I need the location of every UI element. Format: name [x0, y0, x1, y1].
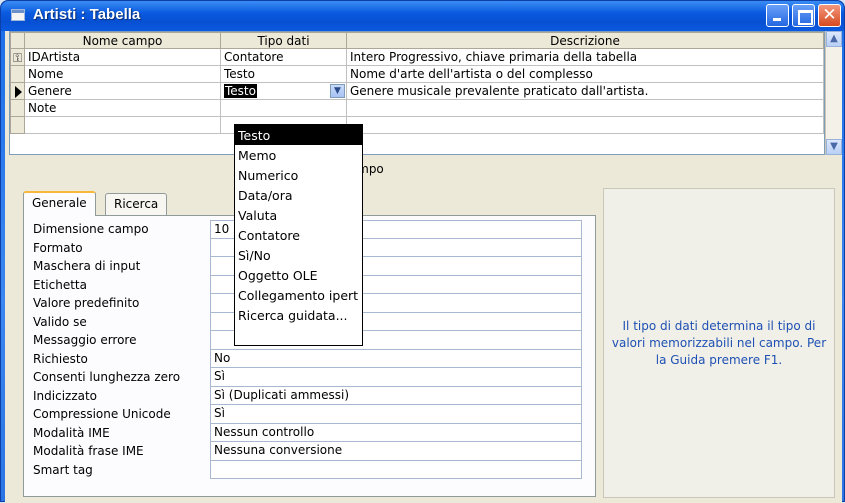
property-value-input[interactable]: No: [210, 349, 582, 368]
row-selector[interactable]: [10, 99, 25, 117]
table-row[interactable]: Genere Testo ▼ Genere musicale prevalent…: [10, 82, 824, 100]
property-value-input[interactable]: Sì: [210, 405, 582, 424]
property-label: Modalità IME: [33, 425, 110, 440]
row-selector[interactable]: [10, 116, 25, 134]
property-row[interactable]: Compressione Unicode Sì: [29, 405, 582, 424]
data-type-cell[interactable]: [220, 99, 347, 117]
property-label: Dimensione campo: [33, 222, 149, 237]
minimize-button[interactable]: [766, 4, 789, 27]
field-name-cell[interactable]: Genere: [24, 82, 221, 100]
window-title: Artisti : Tabella: [33, 6, 141, 23]
description-cell[interactable]: Intero Progressivo, chiave primaria dell…: [346, 48, 824, 66]
property-row[interactable]: Consenti lunghezza zero Sì: [29, 368, 582, 387]
tab-ricerca[interactable]: Ricerca: [105, 193, 168, 215]
property-row[interactable]: Modalità IME Nessun controllo: [29, 423, 582, 442]
dropdown-option-oggetto-ole[interactable]: Oggetto OLE: [235, 265, 362, 285]
property-value-input[interactable]: Nessun controllo: [210, 423, 582, 442]
dropdown-option-numerico[interactable]: Numerico: [235, 165, 362, 185]
maximize-icon: [793, 5, 814, 26]
row-selector[interactable]: [10, 65, 25, 83]
property-label: Messaggio errore: [33, 333, 137, 348]
property-label: Richiesto: [33, 351, 88, 366]
header-tipo-dati: Tipo dati: [220, 32, 347, 49]
scroll-down-icon[interactable]: ▼: [826, 139, 842, 155]
header-selector: [10, 32, 25, 49]
dropdown-option-testo[interactable]: Testo: [235, 125, 362, 145]
data-type-combo-value[interactable]: Testo: [224, 84, 257, 98]
field-name-cell[interactable]: Nome: [24, 65, 221, 83]
field-name-cell[interactable]: [24, 116, 221, 134]
data-type-cell[interactable]: Testo: [220, 65, 347, 83]
property-value-input[interactable]: [210, 460, 582, 479]
field-name-cell[interactable]: Note: [24, 99, 221, 117]
minimize-icon: [767, 5, 788, 26]
header-descrizione: Descrizione: [346, 32, 824, 49]
grid-vertical-scrollbar[interactable]: ▲ ▼: [825, 31, 842, 155]
window-client-area: Nome campo Tipo dati Descrizione ⚿ IDArt…: [5, 31, 842, 503]
data-type-cell[interactable]: Contatore: [220, 48, 347, 66]
help-text: Il tipo di dati determina il tipo di val…: [611, 318, 827, 367]
property-label: Etichetta: [33, 277, 87, 292]
property-value-input[interactable]: Sì (Duplicati ammessi): [210, 386, 582, 405]
dropdown-option-valuta[interactable]: Valuta: [235, 205, 362, 225]
close-button[interactable]: ✕: [818, 4, 841, 27]
property-label: Compressione Unicode: [33, 407, 171, 422]
property-value-input[interactable]: Nessuna conversione: [210, 442, 582, 461]
field-name-cell[interactable]: IDArtista: [24, 48, 221, 66]
help-pane: Il tipo di dati determina il tipo di val…: [603, 188, 835, 498]
table-design-window: Artisti : Tabella ✕ Nome campo Tipo dati…: [0, 0, 845, 503]
table-row[interactable]: [10, 116, 824, 134]
dropdown-option-ricerca-guidata[interactable]: Ricerca guidata...: [235, 305, 362, 325]
property-row[interactable]: Indicizzato Sì (Duplicati ammessi): [29, 386, 582, 405]
dropdown-option-contatore[interactable]: Contatore: [235, 225, 362, 245]
dropdown-option-si-no[interactable]: Sì/No: [235, 245, 362, 265]
row-selector[interactable]: [10, 82, 25, 100]
dropdown-option-collegamento[interactable]: Collegamento ipert: [235, 285, 362, 305]
key-icon: ⚿: [13, 51, 23, 65]
maximize-button[interactable]: [792, 4, 815, 27]
table-row[interactable]: Nome Testo Nome d'arte dell'artista o de…: [10, 65, 824, 83]
description-cell[interactable]: Genere musicale prevalente praticato dal…: [346, 82, 824, 100]
description-cell[interactable]: [346, 99, 824, 117]
description-cell[interactable]: [346, 116, 824, 134]
header-nome-campo: Nome campo: [24, 32, 221, 49]
property-label: Valore predefinito: [33, 296, 140, 311]
title-bar[interactable]: Artisti : Tabella ✕: [1, 1, 844, 31]
property-value-input[interactable]: Sì: [210, 368, 582, 387]
property-label: Valido se: [33, 314, 87, 329]
property-row[interactable]: Modalità frase IME Nessuna conversione: [29, 442, 582, 461]
row-selector[interactable]: ⚿: [10, 48, 25, 66]
data-type-combo[interactable]: Testo ▼: [220, 82, 347, 100]
property-label: Indicizzato: [33, 388, 98, 403]
property-label: Smart tag: [33, 462, 93, 477]
description-cell[interactable]: Nome d'arte dell'artista o del complesso: [346, 65, 824, 83]
chevron-down-icon[interactable]: ▼: [330, 84, 345, 98]
property-label: Formato: [33, 240, 83, 255]
table-row[interactable]: ⚿ IDArtista Contatore Intero Progressivo…: [10, 48, 824, 66]
field-design-grid: Nome campo Tipo dati Descrizione ⚿ IDArt…: [9, 31, 825, 155]
property-label: Modalità frase IME: [33, 444, 144, 459]
property-label: Consenti lunghezza zero: [33, 370, 181, 385]
data-type-dropdown-list[interactable]: Testo Memo Numerico Data/ora Valuta Cont…: [234, 124, 363, 346]
close-icon: ✕: [822, 5, 837, 25]
table-icon: [11, 9, 25, 21]
table-row[interactable]: Note: [10, 99, 824, 117]
dropdown-option-memo[interactable]: Memo: [235, 145, 362, 165]
dropdown-option-data-ora[interactable]: Data/ora: [235, 185, 362, 205]
current-row-arrow-icon: [15, 86, 22, 98]
property-label: Maschera di input: [33, 259, 141, 274]
property-row[interactable]: Smart tag: [29, 460, 582, 479]
tab-generale[interactable]: Generale: [23, 191, 96, 216]
scroll-up-icon[interactable]: ▲: [826, 31, 842, 47]
property-row[interactable]: Richiesto No: [29, 349, 582, 368]
